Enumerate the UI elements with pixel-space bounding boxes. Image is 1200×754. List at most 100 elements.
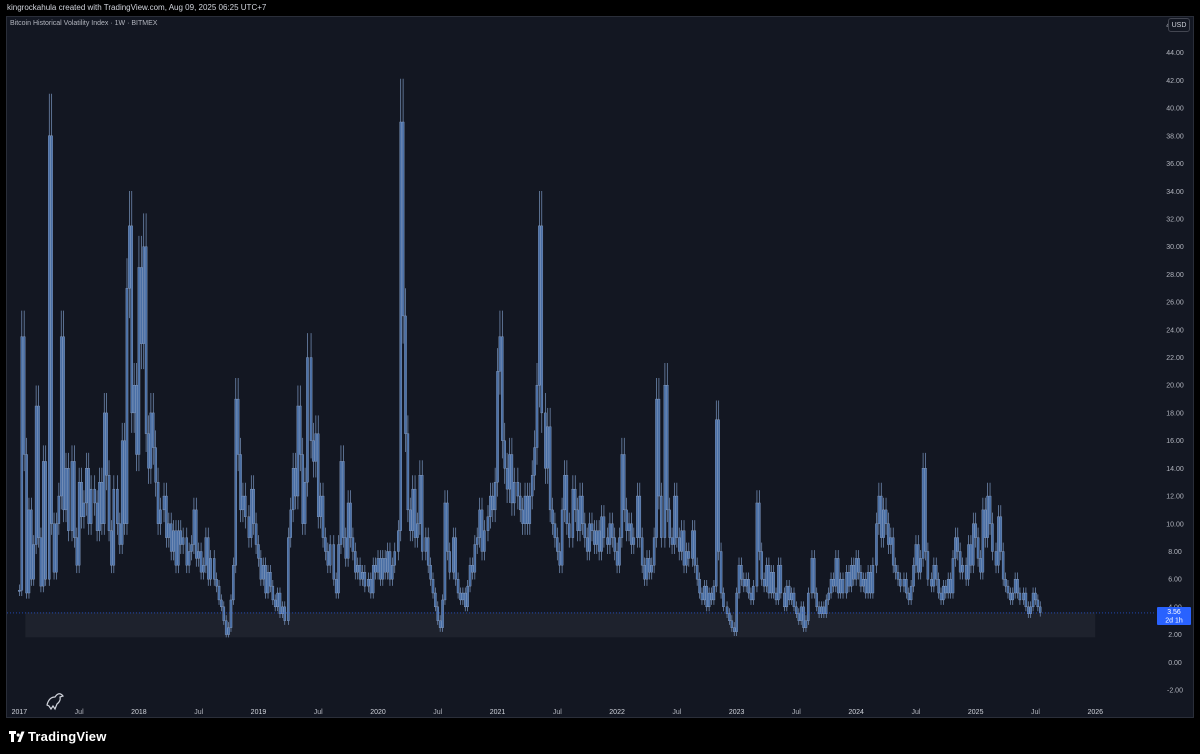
candle — [473, 544, 477, 573]
candle — [1001, 551, 1005, 580]
footer — [0, 718, 1200, 754]
candle — [128, 225, 131, 289]
x-tick-label: Jul — [314, 709, 323, 716]
candle — [710, 592, 713, 601]
candle — [217, 585, 221, 601]
candle — [209, 558, 212, 580]
candle — [195, 509, 198, 559]
candle — [287, 537, 290, 621]
candle — [521, 509, 524, 524]
candle — [513, 482, 516, 504]
candle — [167, 523, 171, 538]
candle — [159, 509, 162, 524]
y-tick-label: 2.00 — [1168, 632, 1182, 639]
candle — [1018, 592, 1022, 601]
volatility-chart[interactable]: -2.000.002.004.006.008.0010.0012.0014.00… — [7, 17, 1195, 719]
candle — [232, 565, 235, 601]
candle — [18, 590, 21, 592]
currency-button[interactable]: USD — [1168, 18, 1190, 32]
candle — [519, 495, 522, 511]
candle — [640, 537, 644, 566]
candle — [810, 558, 814, 594]
candle — [296, 405, 300, 497]
candle — [199, 551, 203, 573]
candle — [747, 579, 750, 594]
candle — [354, 551, 357, 573]
candle — [735, 592, 738, 632]
candle — [140, 267, 143, 344]
candle — [241, 495, 245, 511]
candle — [551, 509, 554, 524]
candle — [220, 599, 223, 608]
candle — [921, 468, 925, 559]
candle — [443, 502, 447, 601]
candle — [358, 565, 362, 580]
candle — [540, 225, 544, 414]
candle — [120, 440, 124, 545]
candle — [118, 523, 122, 545]
candle — [832, 579, 835, 587]
candle — [563, 475, 566, 511]
candle — [503, 440, 506, 469]
candle — [172, 530, 175, 552]
candle — [852, 565, 856, 580]
candle — [316, 433, 320, 517]
candle — [229, 599, 233, 628]
candle — [655, 398, 658, 538]
brand-name[interactable]: TradingView — [28, 729, 107, 744]
candle — [712, 585, 716, 601]
candle — [627, 523, 631, 531]
symbol-title[interactable]: Bitcoin Historical Volatility Index · 1W… — [10, 20, 157, 27]
candle — [202, 565, 205, 573]
candle — [34, 405, 38, 545]
candle — [546, 426, 549, 469]
candle — [89, 488, 93, 524]
candle — [573, 488, 577, 511]
candle — [930, 579, 933, 587]
candle — [944, 585, 948, 594]
candle — [319, 495, 322, 517]
candle — [222, 606, 226, 621]
candle — [680, 530, 683, 552]
candle — [645, 558, 649, 580]
candle — [528, 495, 532, 524]
candle — [207, 537, 210, 580]
candle — [454, 537, 457, 580]
candle — [342, 461, 345, 538]
chart-panel[interactable]: -2.000.002.004.006.008.0010.0012.0014.00… — [6, 16, 1194, 718]
candle — [663, 385, 667, 538]
candle — [954, 537, 957, 559]
y-tick-label: 28.00 — [1166, 272, 1184, 279]
candle — [135, 385, 138, 455]
candle — [899, 579, 902, 587]
candle — [869, 572, 872, 594]
candle — [1016, 579, 1019, 594]
candle — [418, 475, 422, 524]
candle — [932, 565, 936, 587]
candle — [289, 509, 292, 538]
candle — [346, 502, 350, 559]
candle — [638, 495, 642, 538]
x-tick-label: Jul — [792, 709, 801, 716]
candle — [949, 579, 952, 594]
candle — [397, 530, 400, 552]
candle — [306, 357, 309, 483]
x-tick-label: 2023 — [729, 709, 745, 716]
candle — [452, 537, 455, 573]
candle — [578, 495, 582, 531]
candle — [344, 537, 347, 559]
candle — [496, 371, 499, 483]
tradingview-logo-icon[interactable] — [9, 731, 25, 743]
candle — [376, 558, 380, 573]
candle — [668, 509, 671, 538]
y-tick-label: 22.00 — [1166, 355, 1184, 362]
candle — [116, 488, 119, 524]
candle — [436, 606, 440, 621]
candle — [356, 565, 359, 573]
candle — [236, 398, 240, 455]
candle — [817, 606, 821, 614]
candle — [834, 558, 838, 587]
x-tick-label: 2020 — [370, 709, 386, 716]
candle — [695, 565, 699, 580]
candle — [250, 488, 253, 538]
